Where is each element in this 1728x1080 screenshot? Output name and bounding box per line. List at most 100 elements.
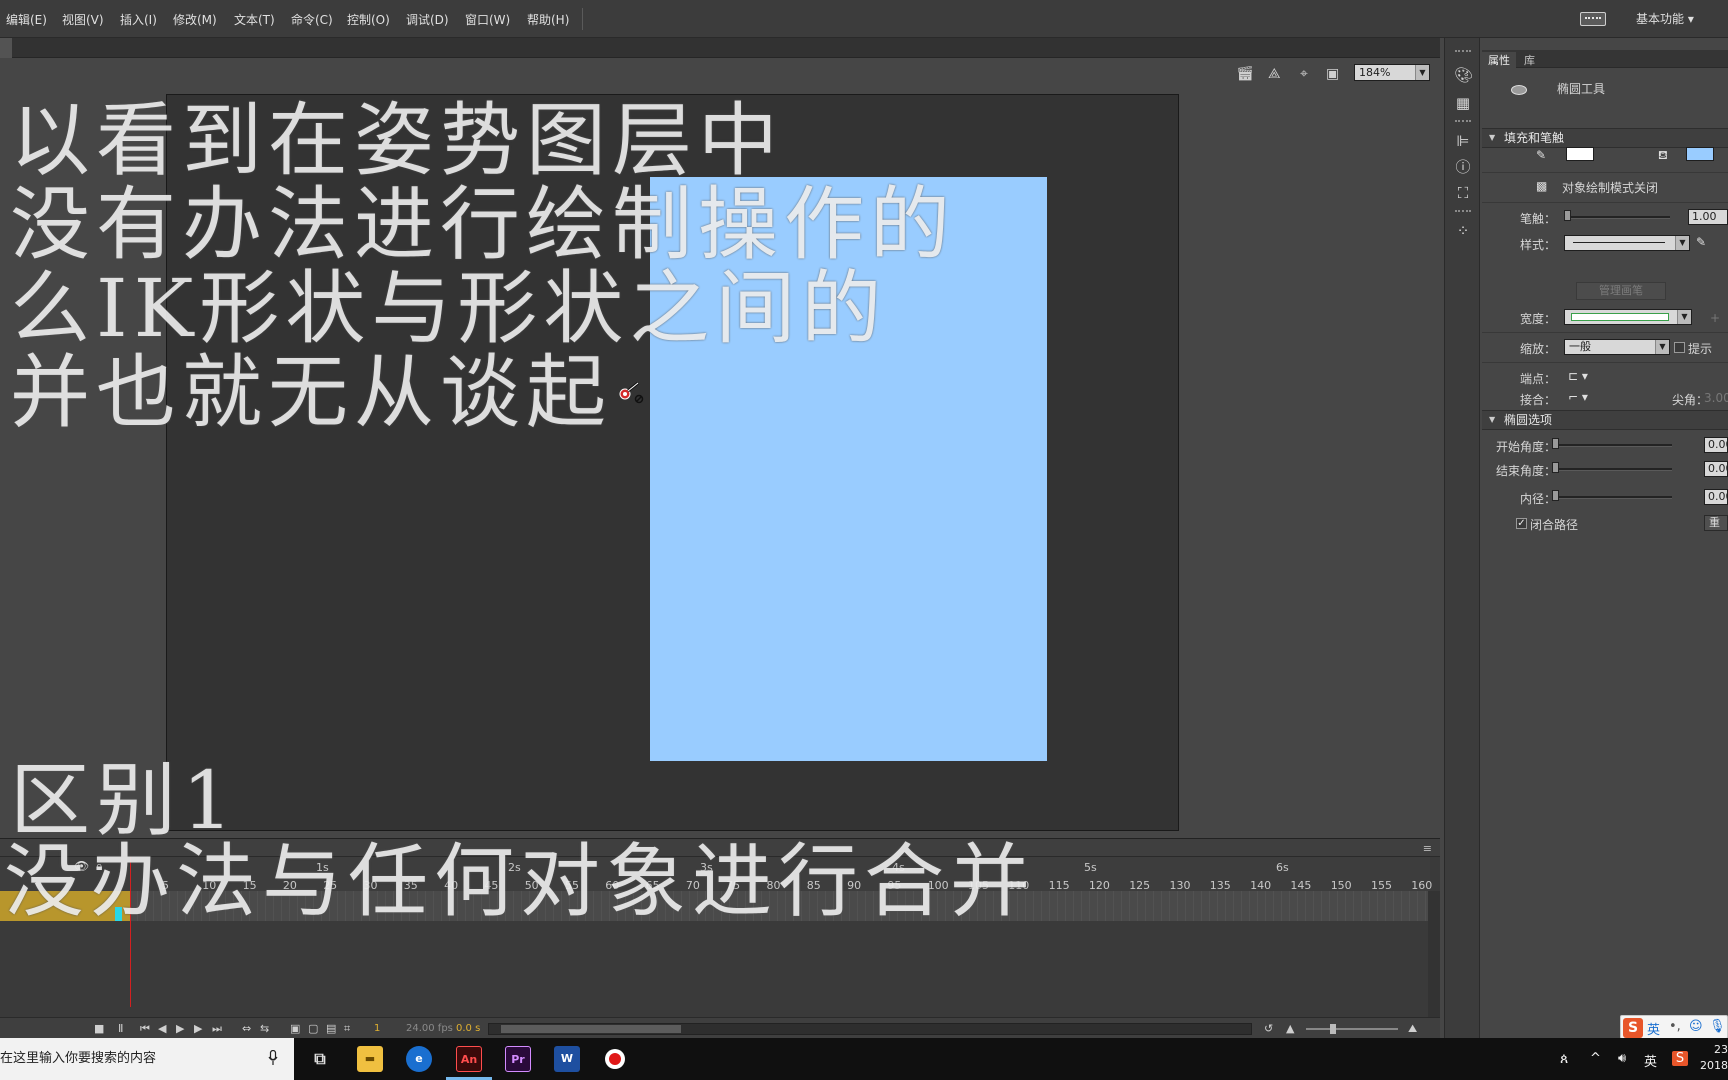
hint-checkbox[interactable]: [1674, 342, 1685, 353]
go-last-icon[interactable]: ⏭: [212, 1022, 222, 1036]
zoom-out-icon[interactable]: ▲: [1286, 1022, 1294, 1035]
menu-control[interactable]: 控制(O): [347, 11, 390, 28]
edit-multiple-icon[interactable]: ▤: [326, 1022, 336, 1035]
voice-icon[interactable]: 🎙︎: [1709, 1019, 1726, 1034]
slider-knob[interactable]: [1552, 462, 1559, 473]
fill-color-swatch[interactable]: [1686, 147, 1714, 161]
step-forward-icon[interactable]: ▶: [194, 1022, 202, 1035]
menu-help[interactable]: 帮助(H): [527, 11, 569, 28]
sync-settings-icon[interactable]: [1580, 12, 1606, 26]
play-icon[interactable]: ▶: [176, 1022, 184, 1035]
modify-markers-icon[interactable]: ⌗: [344, 1022, 350, 1036]
cap-round-icon[interactable]: ⊏ ▾: [1568, 369, 1588, 383]
document-tab[interactable]: [0, 38, 12, 58]
task-view-icon[interactable]: ⧉: [307, 1046, 333, 1072]
premiere-app-icon[interactable]: Pr: [505, 1046, 531, 1072]
stroke-color-swatch[interactable]: [1566, 147, 1594, 161]
loop-icon[interactable]: ⇔: [242, 1022, 251, 1035]
stroke-size-slider[interactable]: [1564, 216, 1670, 219]
info-icon[interactable]: ⓘ: [1454, 158, 1472, 176]
edit-symbols-icon[interactable]: ⟁: [1268, 66, 1281, 82]
end-angle-input[interactable]: 0.00: [1704, 461, 1728, 477]
stage-area[interactable]: 以看到在姿势图层中 没有办法进行绘制操作的 么IK形状与形状之间的 并也就无从谈…: [0, 88, 1440, 838]
width-profile-select[interactable]: ▼: [1564, 309, 1692, 325]
transform-icon[interactable]: ⛶: [1454, 184, 1472, 202]
timeline-horizontal-scrollbar[interactable]: [488, 1023, 1252, 1035]
slider-knob[interactable]: [1552, 490, 1559, 501]
menu-debug[interactable]: 调试(D): [406, 11, 449, 28]
file-explorer-icon[interactable]: ▬: [357, 1046, 383, 1072]
object-drawing-icon[interactable]: ▩: [1536, 179, 1547, 193]
stroke-style-select[interactable]: ▼: [1564, 235, 1690, 251]
edit-style-icon[interactable]: ✎: [1696, 235, 1706, 249]
slider-knob[interactable]: [1564, 210, 1571, 221]
punctuation-icon[interactable]: •,: [1669, 1019, 1681, 1034]
menu-modify[interactable]: 修改(M): [173, 11, 217, 28]
zoom-select[interactable]: 184% ▼: [1354, 64, 1430, 81]
menu-commands[interactable]: 命令(C): [291, 11, 333, 28]
manage-brush-button[interactable]: 管理画笔: [1576, 282, 1666, 300]
join-round-icon[interactable]: ⌐ ▾: [1568, 390, 1588, 404]
timeline-vertical-scrollbar[interactable]: [1428, 891, 1440, 1021]
tray-ime-language[interactable]: 英: [1644, 1051, 1657, 1070]
scrollbar-thumb[interactable]: [501, 1025, 681, 1033]
microphone-icon[interactable]: [268, 1050, 278, 1066]
stroke-size-input[interactable]: 1.00: [1688, 209, 1728, 225]
word-app-icon[interactable]: W: [554, 1046, 580, 1072]
menu-view[interactable]: 视图(V): [62, 11, 104, 28]
swatches-icon[interactable]: ▦: [1454, 94, 1472, 112]
start-angle-slider[interactable]: [1552, 444, 1672, 447]
browser-icon[interactable]: e: [406, 1046, 432, 1072]
zoom-in-icon[interactable]: ⛰︎: [1408, 1022, 1417, 1036]
sogou-tray-icon[interactable]: S: [1672, 1051, 1688, 1066]
oval-options-section-header[interactable]: 椭圆选项: [1482, 410, 1728, 430]
marker-icon[interactable]: Ⅱ: [118, 1022, 123, 1035]
system-clock[interactable]: 23 2018: [1700, 1042, 1728, 1074]
taskbar-search[interactable]: 在这里输入你要搜索的内容: [0, 1038, 294, 1080]
align-icon[interactable]: ⊫: [1454, 132, 1472, 150]
ime-toolbar[interactable]: S 英 •, ☺ 🎙︎: [1620, 1015, 1728, 1039]
add-icon[interactable]: +: [1710, 311, 1720, 325]
close-path-checkbox[interactable]: ✓: [1516, 518, 1527, 529]
slider-knob[interactable]: [1552, 438, 1559, 449]
center-frame-icon[interactable]: ⇆: [260, 1022, 269, 1035]
people-icon[interactable]: ጰ: [1560, 1051, 1568, 1067]
motion-presets-icon[interactable]: ⁘: [1454, 222, 1472, 240]
slider-knob[interactable]: [1330, 1024, 1336, 1034]
tab-library[interactable]: 库: [1518, 52, 1541, 68]
record-icon[interactable]: [603, 1047, 627, 1071]
current-frame[interactable]: 1: [374, 1023, 380, 1034]
emoji-icon[interactable]: ☺: [1689, 1019, 1703, 1034]
miter-value[interactable]: 3.00: [1704, 391, 1728, 405]
volume-icon[interactable]: 🔊︎: [1618, 1051, 1626, 1066]
color-palette-icon[interactable]: 🎨︎: [1454, 66, 1473, 84]
frame-rate[interactable]: 24.00 fps: [406, 1023, 453, 1034]
onion-outline-icon[interactable]: ▢: [308, 1022, 318, 1035]
end-angle-slider[interactable]: [1552, 468, 1672, 471]
clip-content-icon[interactable]: ▣: [1326, 66, 1339, 82]
ime-language[interactable]: 英: [1647, 1019, 1660, 1038]
clapper-icon[interactable]: 🎬︎: [1236, 66, 1254, 82]
inner-radius-slider[interactable]: [1552, 496, 1672, 499]
go-first-icon[interactable]: ⏮: [140, 1022, 150, 1036]
menu-text[interactable]: 文本(T): [234, 11, 275, 28]
camera-icon[interactable]: ■: [94, 1022, 104, 1035]
workspace-switcher[interactable]: 基本功能 ▾: [1636, 10, 1694, 27]
tab-properties[interactable]: 属性: [1482, 52, 1516, 68]
step-back-icon[interactable]: ◀: [158, 1022, 166, 1035]
scale-select[interactable]: 一般 ▼: [1564, 339, 1670, 355]
panel-menu-icon[interactable]: ≡: [1423, 842, 1432, 855]
menu-insert[interactable]: 插入(I): [120, 11, 157, 28]
menu-window[interactable]: 窗口(W): [465, 11, 510, 28]
fill-stroke-section-header[interactable]: 填充和笔触: [1482, 128, 1728, 148]
menu-edit[interactable]: 编辑(E): [6, 11, 47, 28]
onion-skin-icon[interactable]: ▣: [290, 1022, 300, 1035]
center-stage-icon[interactable]: ⌖: [1300, 66, 1308, 82]
reset-button[interactable]: 重: [1704, 515, 1728, 531]
animate-app-icon[interactable]: An: [456, 1046, 482, 1072]
fit-icon[interactable]: ↺: [1264, 1022, 1273, 1035]
chevron-up-icon[interactable]: ^: [1590, 1051, 1601, 1066]
inner-radius-input[interactable]: 0.00: [1704, 489, 1728, 505]
start-angle-input[interactable]: 0.00: [1704, 437, 1728, 453]
timeline-zoom-slider[interactable]: [1306, 1024, 1398, 1034]
